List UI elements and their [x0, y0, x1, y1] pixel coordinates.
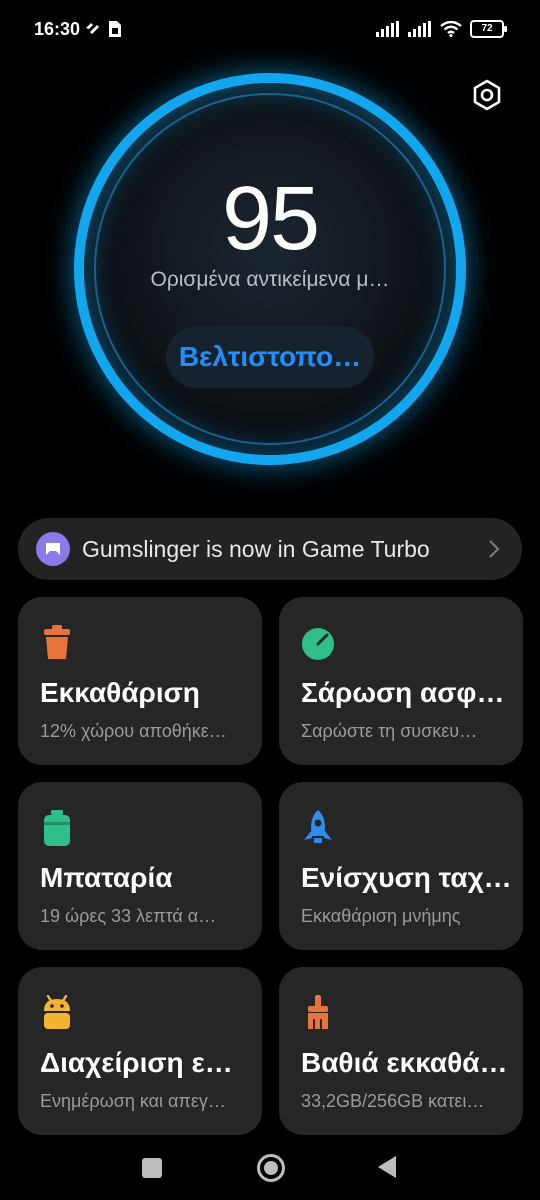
health-score: 95 [221, 169, 320, 269]
settings-hexagon-icon [473, 79, 501, 111]
card-security-scan[interactable]: Σάρωση ασφα… Σαρώστε τη συσκευ… [279, 597, 523, 765]
back-button[interactable] [378, 1156, 396, 1178]
status-time: 16:30 [34, 19, 81, 39]
card-subtitle: 19 ώρες 33 λεπτά α… [40, 906, 217, 926]
optimize-button[interactable]: Βελτιστοπο… [166, 326, 374, 388]
card-subtitle: Ενημέρωση και απεγ… [40, 1091, 226, 1111]
card-subtitle: Εκκαθάριση μνήμης [301, 906, 461, 926]
recents-button[interactable] [142, 1158, 162, 1178]
status-right-icons: 72 [376, 20, 507, 38]
battery-icon [44, 810, 70, 846]
battery-indicator: 72 [470, 20, 507, 38]
notification-icon [86, 23, 99, 34]
card-subtitle: Σαρώστε τη συσκευ… [301, 721, 478, 741]
health-score-ring: 95 Ορισμένα αντικείμενα μ… Βελτιστοπο… [84, 83, 456, 455]
card-speed-boost[interactable]: Ενίσχυση ταχ… Εκκαθάριση μνήμης [279, 782, 523, 950]
card-subtitle: 33,2GB/256GB κατει… [301, 1091, 485, 1111]
card-battery[interactable]: Μπαταρία 19 ώρες 33 λεπτά α… [18, 782, 262, 950]
signal-icon [376, 21, 399, 37]
card-title: Ενίσχυση ταχ… [301, 862, 512, 893]
chevron-right-icon [489, 540, 500, 558]
rocket-icon [304, 810, 332, 843]
settings-button[interactable] [470, 78, 504, 112]
game-controller-icon [36, 532, 70, 566]
home-button[interactable] [257, 1154, 285, 1182]
card-deep-clean[interactable]: Βαθιά εκκαθά… 33,2GB/256GB κατει… [279, 967, 523, 1135]
game-turbo-banner[interactable]: Gumslinger is now in Game Turbo [18, 518, 522, 580]
score-message: Ορισμένα αντικείμενα μ… [150, 268, 390, 291]
home-dot-icon [264, 1161, 278, 1175]
sim-card-icon [109, 21, 121, 37]
card-app-manager[interactable]: Διαχείριση ε… Ενημέρωση και απεγ… [18, 967, 262, 1135]
card-cleaner[interactable]: Εκκαθάριση 12% χώρου αποθήκε… [18, 597, 262, 765]
banner-text: Gumslinger is now in Game Turbo [82, 535, 430, 562]
status-left-icons [84, 20, 122, 38]
wifi-icon [440, 21, 462, 37]
broom-icon [308, 995, 328, 1029]
card-title: Σάρωση ασφα… [301, 677, 519, 708]
security-scan-icon [302, 628, 334, 660]
android-icon [44, 995, 70, 1029]
signal-icon-2 [408, 21, 431, 37]
card-title: Βαθιά εκκαθά… [301, 1047, 508, 1078]
navigation-bar [0, 1140, 540, 1200]
trash-can-icon [44, 625, 70, 659]
card-title: Διαχείριση ε… [40, 1047, 233, 1078]
card-title: Μπαταρία [40, 862, 173, 893]
status-bar: 16:30 72 [0, 0, 540, 60]
card-subtitle: 12% χώρου αποθήκε… [40, 721, 227, 741]
card-title: Εκκαθάριση [40, 677, 200, 708]
